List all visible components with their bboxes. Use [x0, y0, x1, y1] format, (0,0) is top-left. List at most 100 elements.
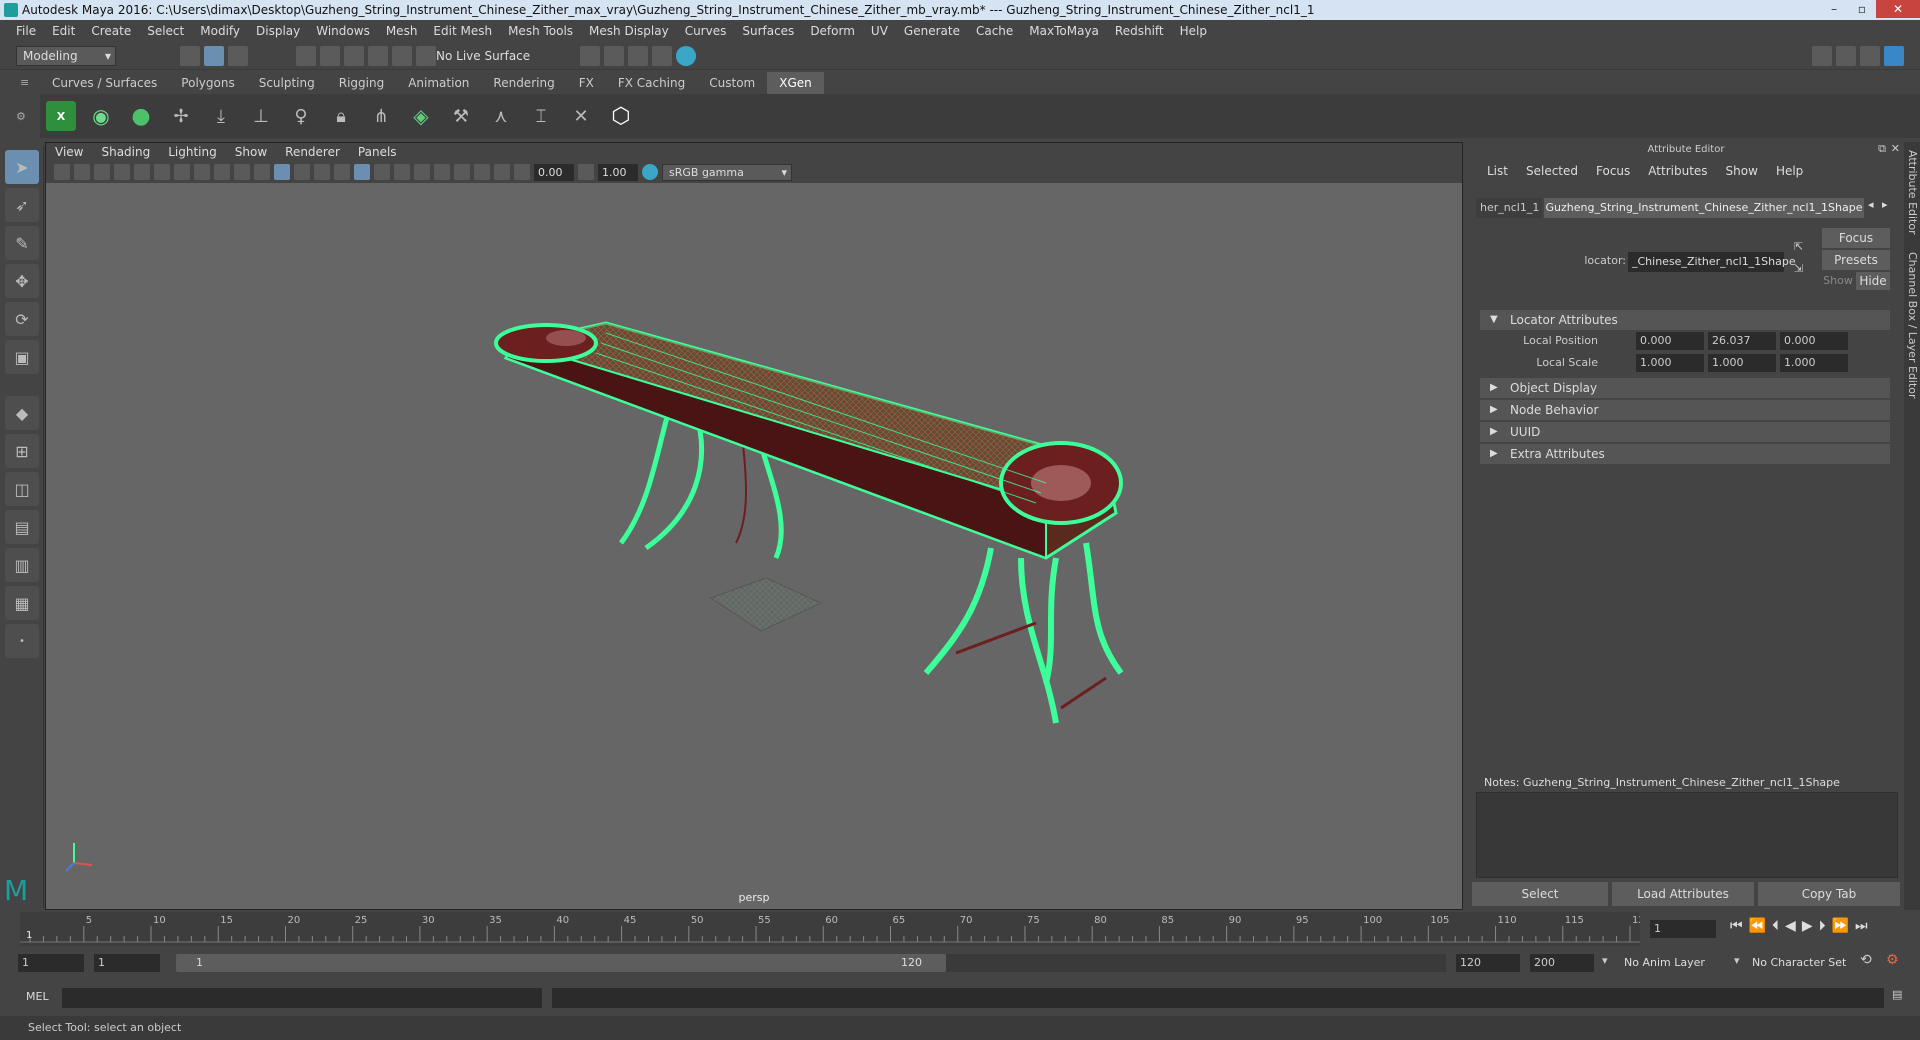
field-chart-icon[interactable] — [214, 164, 230, 180]
ae-menu-selected[interactable]: Selected — [1517, 164, 1587, 178]
mode-dropdown[interactable]: Modeling ▾ — [16, 46, 116, 66]
xgen-place-guide-icon[interactable]: ✢ — [166, 101, 196, 131]
shelf-options-icon[interactable]: ⚙ — [16, 110, 26, 123]
lasso-tool-icon[interactable]: ➶ — [5, 188, 39, 222]
menu-maxtomaya[interactable]: MaxToMaya — [1021, 24, 1107, 38]
notes-textarea[interactable] — [1476, 792, 1898, 878]
playback-start-field[interactable]: 1 — [94, 954, 160, 972]
menu-uv[interactable]: UV — [863, 24, 896, 38]
image-plane-icon[interactable] — [114, 164, 130, 180]
tab-fx-caching[interactable]: FX Caching — [606, 72, 697, 94]
aa-icon[interactable] — [434, 164, 450, 180]
colorspace-dropdown[interactable]: sRGB gamma ▾ — [662, 163, 792, 181]
section-object-display[interactable]: ▶ Object Display — [1480, 378, 1890, 398]
xgen-add-guide-icon[interactable]: ⤓ — [206, 101, 236, 131]
vp-menu-show[interactable]: Show — [226, 143, 276, 161]
channel-box-side-tab[interactable]: Channel Box / Layer Editor — [1906, 252, 1919, 399]
ae-menu-help[interactable]: Help — [1767, 164, 1812, 178]
ae-focus-arrow-icon[interactable]: ⇱ — [1794, 240, 1803, 253]
select-tool-icon[interactable]: ➤ — [5, 150, 39, 184]
grid-icon[interactable] — [134, 164, 150, 180]
time-slider[interactable]: 5 10 15 20 25 30 35 40 45 50 55 60 65 70 75 80 85 90 95 100… — [0, 912, 1920, 946]
ae-close-icon[interactable]: ✕ — [1891, 142, 1900, 155]
tab-rendering[interactable]: Rendering — [481, 72, 566, 94]
minimize-icon[interactable]: – — [1820, 0, 1848, 18]
local-scale-y[interactable]: 1.000 — [1708, 354, 1776, 372]
menu-mesh[interactable]: Mesh — [378, 24, 426, 38]
attribute-toggle-icon[interactable] — [1884, 46, 1904, 66]
snap-grid-icon[interactable] — [296, 46, 316, 66]
tab-rigging[interactable]: Rigging — [327, 72, 396, 94]
resolution-gate-icon[interactable] — [174, 164, 190, 180]
xgen-delete-icon[interactable]: ✕ — [566, 101, 596, 131]
hud-icon[interactable] — [494, 164, 510, 180]
mel-input[interactable] — [62, 988, 542, 1008]
hypershade-icon[interactable] — [652, 46, 672, 66]
xgen-description-icon[interactable]: ● — [126, 101, 156, 131]
xgen-lasso-icon[interactable]: ♀ — [286, 101, 316, 131]
outliner-toggle-icon[interactable] — [1836, 46, 1856, 66]
toolbox-more-icon[interactable]: • — [5, 624, 39, 658]
snap-view-icon[interactable] — [368, 46, 388, 66]
select-object-icon[interactable] — [204, 46, 224, 66]
channel-toggle-icon[interactable] — [1860, 46, 1880, 66]
local-position-y[interactable]: 26.037 — [1708, 332, 1776, 350]
auto-key-icon[interactable]: ⟲ — [1860, 952, 1872, 968]
chevron-down-icon[interactable]: ▾ — [1602, 954, 1608, 967]
vp-menu-panels[interactable]: Panels — [349, 143, 406, 161]
ae-show-button[interactable]: Show — [1822, 274, 1854, 287]
menu-mesh-display[interactable]: Mesh Display — [581, 24, 677, 38]
close-icon[interactable]: ✕ — [1876, 0, 1920, 18]
current-frame-field[interactable]: 1 — [1650, 920, 1716, 938]
textured-icon[interactable] — [314, 164, 330, 180]
ae-tab-left-icon[interactable]: ◂ — [1868, 198, 1874, 211]
start-time-field[interactable]: 1 — [18, 954, 84, 972]
menu-deform[interactable]: Deform — [802, 24, 863, 38]
select-component-icon[interactable] — [228, 46, 248, 66]
move-tool-icon[interactable]: ✥ — [5, 264, 39, 298]
color-management-icon[interactable] — [642, 164, 658, 180]
rotate-tool-icon[interactable]: ⟳ — [5, 302, 39, 336]
paint-select-icon[interactable]: ✎ — [5, 226, 39, 260]
vp-menu-shading[interactable]: Shading — [92, 143, 159, 161]
ae-tab-active[interactable]: Guzheng_String_Instrument_Chinese_Zither… — [1544, 198, 1864, 218]
xgen-editor-icon[interactable]: X — [46, 101, 76, 131]
range-slider[interactable]: 1 120 — [176, 954, 946, 972]
menu-modify[interactable]: Modify — [192, 24, 248, 38]
ae-load-attributes-button[interactable]: Load Attributes — [1612, 882, 1754, 906]
gamma-field[interactable]: 1.00 — [598, 163, 638, 181]
snap-magnet-icon[interactable] — [416, 46, 436, 66]
menu-help[interactable]: Help — [1172, 24, 1215, 38]
menu-cache[interactable]: Cache — [968, 24, 1021, 38]
ae-menu-focus[interactable]: Focus — [1587, 164, 1639, 178]
isolate-icon[interactable] — [474, 164, 490, 180]
tab-xgen[interactable]: XGen — [767, 72, 824, 94]
step-forward-key-icon[interactable]: ⏩ — [1832, 918, 1849, 934]
local-scale-x[interactable]: 1.000 — [1636, 354, 1704, 372]
tab-custom[interactable]: Custom — [697, 72, 767, 94]
ae-menu-list[interactable]: List — [1478, 164, 1517, 178]
viewport-panel[interactable]: View Shading Lighting Show Renderer Pane… — [45, 142, 1463, 910]
xgen-lock-icon[interactable]: 🔒︎ — [326, 101, 356, 131]
step-forward-icon[interactable]: ⏵ — [1819, 918, 1826, 934]
scale-tool-icon[interactable]: ▣ — [5, 340, 39, 374]
menu-edit-mesh[interactable]: Edit Mesh — [425, 24, 500, 38]
section-locator-attributes[interactable]: ▼ Locator Attributes — [1480, 310, 1890, 330]
render-globe-icon[interactable] — [676, 46, 696, 66]
safe-title-icon[interactable] — [254, 164, 270, 180]
vp-menu-lighting[interactable]: Lighting — [159, 143, 226, 161]
xgen-groom-icon[interactable]: ⚒ — [446, 101, 476, 131]
ae-presets-arrow-icon[interactable]: ⇲ — [1794, 262, 1803, 275]
xgen-cut-icon[interactable]: ⌶ — [526, 101, 556, 131]
ao-icon[interactable] — [394, 164, 410, 180]
go-start-icon[interactable]: ⏮ — [1730, 918, 1743, 934]
menu-windows[interactable]: Windows — [308, 24, 378, 38]
lights-icon[interactable] — [334, 164, 350, 180]
ae-focus-button[interactable]: Focus — [1822, 228, 1890, 248]
play-back-icon[interactable]: ◀ — [1785, 918, 1796, 934]
exposure-icon[interactable] — [514, 164, 530, 180]
layout-icon[interactable] — [1812, 46, 1832, 66]
menu-generate[interactable]: Generate — [896, 24, 968, 38]
end-time-field[interactable]: 200 — [1530, 954, 1594, 972]
camera-attr-icon[interactable] — [74, 164, 90, 180]
